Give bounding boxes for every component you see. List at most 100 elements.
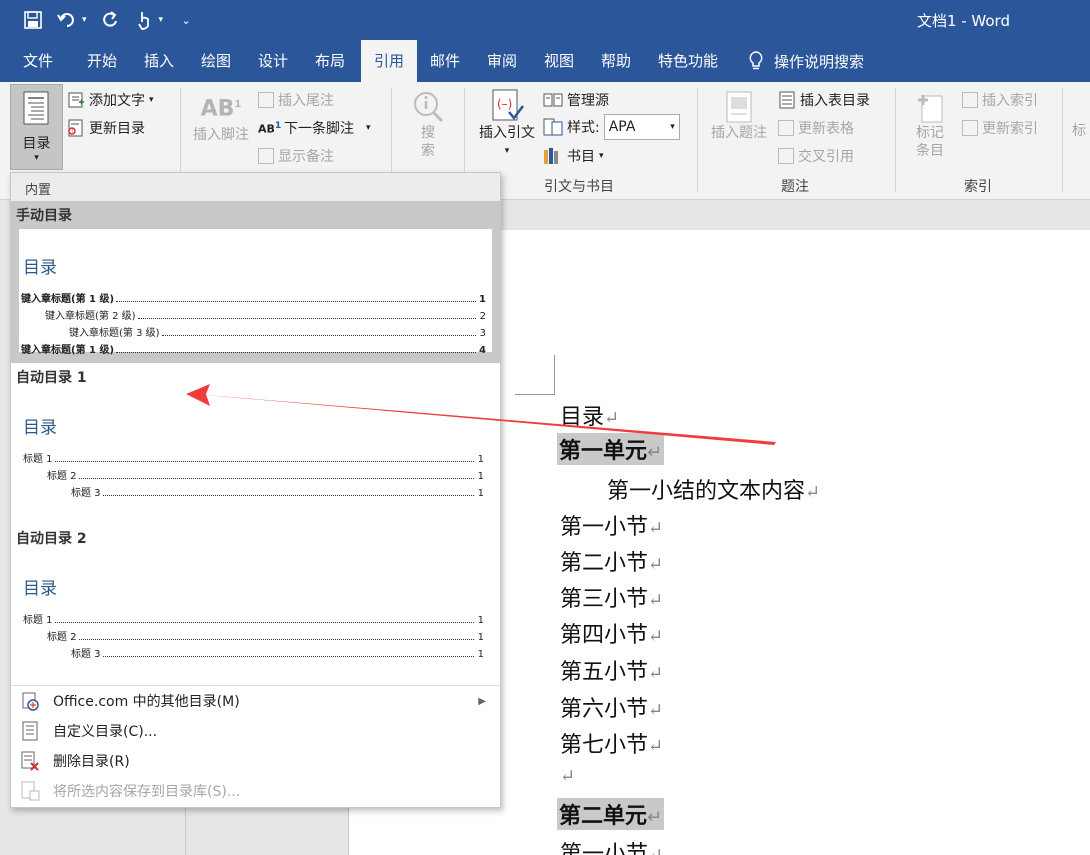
search-button[interactable]: 搜 索 [404, 90, 452, 160]
menu-item-office-toc[interactable]: Office.com 中的其他目录(M) ▶ [11, 686, 500, 716]
doc-line-text: 第五小节 [560, 660, 649, 685]
undo-icon[interactable] [56, 9, 78, 31]
add-text-label: 添加文字 [89, 93, 145, 109]
gallery-item-auto-toc-2[interactable]: 自动目录 2 目录 标题 1 1 标题 2 1 标题 3 1 [11, 524, 500, 685]
tab-references[interactable]: 引用 [361, 40, 417, 82]
gallery-header: 内置 [11, 173, 500, 201]
insert-caption-icon [726, 91, 752, 123]
customize-icon[interactable]: ⌄ [175, 9, 197, 31]
title-bar: ▾ ▾ ⌄ 文档1 - Word [0, 0, 1090, 40]
bibliography-button[interactable]: 书目 ▾ [543, 146, 604, 166]
redo-icon[interactable] [99, 9, 121, 31]
doc-line-4[interactable]: 第一小节↵ [560, 509, 663, 541]
tab-file[interactable]: 文件 [10, 40, 66, 82]
insert-citation-icon: (–) [492, 89, 524, 121]
doc-line-9[interactable]: 第六小节↵ [560, 691, 663, 723]
update-table-button[interactable]: 更新表格 [778, 118, 854, 138]
group-citations-label: 引文与书目 [544, 179, 614, 195]
tab-view[interactable]: 视图 [531, 40, 587, 82]
group-index-label: 索引 [964, 179, 992, 195]
doc-line-text: 第一小结的文本内容 [607, 479, 806, 504]
tab-layout[interactable]: 布局 [302, 40, 358, 82]
insert-endnote-button[interactable]: 插入尾注 [258, 90, 334, 110]
next-group-partial[interactable]: 标 [1068, 122, 1090, 140]
doc-line-5[interactable]: 第二小节↵ [560, 545, 663, 577]
tab-mailings[interactable]: 邮件 [417, 40, 473, 82]
bibliography-icon [544, 148, 558, 164]
insert-citation-button[interactable]: (–) 插入引文 ▾ [472, 88, 542, 160]
insert-index-button[interactable]: 插入索引 [962, 90, 1038, 110]
insert-footnote-button[interactable]: AB1 插入脚注 [188, 96, 254, 144]
toc-button[interactable]: 目录 ▾ [10, 84, 63, 170]
next-footnote-button[interactable]: AB1 下一条脚注 ▾ [258, 118, 371, 138]
menu-item-custom-toc[interactable]: 自定义目录(C)... [11, 716, 500, 746]
touch-dropdown-icon[interactable]: ▾ [159, 15, 164, 25]
tab-home[interactable]: 开始 [74, 40, 130, 82]
tab-draw[interactable]: 绘图 [188, 40, 244, 82]
toc-preview-row: 标题 2 1 [19, 626, 484, 643]
toc-preview-row: 标题 3 1 [19, 482, 484, 499]
doc-line-empty[interactable]: ↵ [560, 763, 575, 788]
toc-preview: 目录 标题 1 1 标题 2 1 标题 3 1 [19, 552, 492, 672]
doc-line-6[interactable]: 第三小节↵ [560, 581, 663, 613]
doc-line-13[interactable]: 第一小节↵ [560, 836, 663, 855]
separator [895, 88, 896, 192]
leader-dots [102, 656, 474, 657]
toc-row-text: 标题 2 [47, 471, 77, 482]
table-figures-icon [779, 91, 795, 109]
toc-row-text: 标题 2 [47, 632, 77, 643]
insert-footnote-label: 插入脚注 [193, 127, 249, 143]
save-gallery-icon [19, 781, 41, 801]
insert-caption-button[interactable]: 插入题注 [706, 90, 772, 142]
toc-row-text: 键入章标题(第 1 级) [21, 294, 115, 305]
add-text-button[interactable]: 添加文字 ▾ [67, 90, 154, 110]
mark-entry-button[interactable]: 标记 条目 [902, 90, 958, 160]
manage-sources-button[interactable]: 管理源 [543, 90, 609, 110]
style-selector: 样式: APA ▾ [543, 114, 680, 140]
bibliography-dropdown-icon: ▾ [599, 151, 604, 161]
pilcrow: ↵ [648, 845, 663, 855]
tell-me-box[interactable]: 操作说明搜索 [748, 40, 864, 82]
menu-item-remove-toc[interactable]: 删除目录(R) [11, 746, 500, 776]
update-index-button[interactable]: 更新索引 [962, 118, 1038, 138]
leader-dots [78, 478, 474, 479]
show-notes-button[interactable]: 显示备注 [258, 146, 334, 166]
insert-citation-dropdown-icon: ▾ [504, 146, 510, 156]
doc-line-text: 第三小节 [560, 587, 649, 612]
doc-line-7[interactable]: 第四小节↵ [560, 617, 663, 649]
remove-toc-icon [19, 751, 41, 771]
leader-dots [54, 461, 474, 462]
tab-review[interactable]: 审阅 [474, 40, 530, 82]
update-toc-button[interactable]: ! 更新目录 [67, 118, 145, 138]
style-combo[interactable]: APA ▾ [603, 114, 680, 140]
gallery-item-manual-toc[interactable]: 手动目录 目录 键入章标题(第 1 级) 1 键入章标题(第 2 级) 2 键入章标… [11, 201, 500, 363]
next-footnote-label: 下一条脚注 [284, 121, 354, 137]
cross-reference-button[interactable]: 交叉引用 [778, 146, 854, 166]
touch-icon[interactable] [133, 9, 155, 31]
toc-icon [23, 91, 49, 129]
doc-line-text: 第二单元 [559, 804, 648, 829]
update-table-icon [778, 120, 794, 136]
window-title: 文档1 - Word [916, 12, 1010, 30]
tab-special[interactable]: 特色功能 [650, 40, 726, 82]
insert-caption-label: 插入题注 [711, 125, 767, 141]
bibliography-label: 书目 [567, 149, 595, 165]
menu-item-save-to-gallery[interactable]: 将所选内容保存到目录库(S)... [11, 776, 500, 806]
tab-insert[interactable]: 插入 [131, 40, 187, 82]
gallery-item-title: 手动目录 [16, 208, 72, 224]
doc-line-3[interactable]: 第一小结的文本内容↵ [607, 473, 820, 505]
toc-row-text: 标题 1 [23, 454, 53, 465]
toc-dropdown-icon: ▾ [34, 153, 39, 163]
tab-design[interactable]: 设计 [245, 40, 301, 82]
toc-preview-row: 键入章标题(第 2 级) 2 [19, 305, 486, 322]
doc-line-10[interactable]: 第七小节↵ [560, 727, 663, 759]
doc-line-text: 第二小节 [560, 551, 649, 576]
save-icon[interactable] [22, 9, 44, 31]
tab-help[interactable]: 帮助 [588, 40, 644, 82]
document-page[interactable] [500, 230, 1090, 855]
doc-line-8[interactable]: 第五小节↵ [560, 654, 663, 686]
undo-dropdown-icon[interactable]: ▾ [82, 15, 87, 25]
doc-heading-2[interactable]: 第二单元↵ [557, 798, 665, 830]
footnote-icon: AB1 [200, 96, 242, 122]
insert-table-figures-button[interactable]: 插入表目录 [778, 90, 870, 110]
